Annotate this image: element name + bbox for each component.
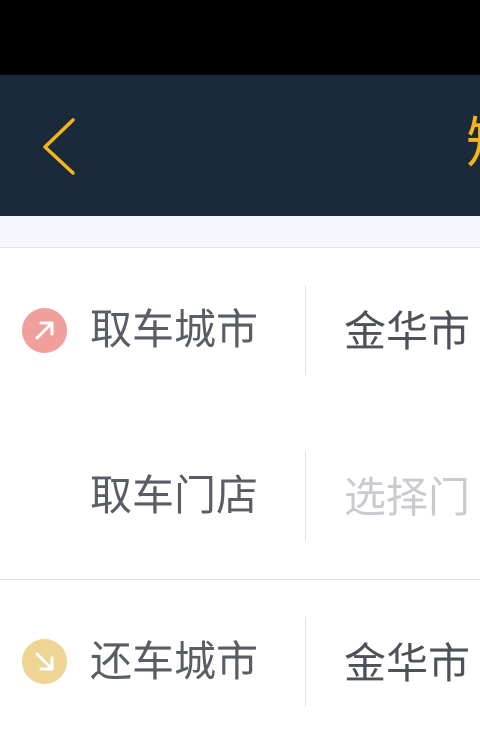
row-separator (305, 451, 306, 541)
pickup-city-row[interactable]: 取车城市 金华市 (0, 248, 480, 413)
pickup-store-input[interactable]: 选择门 (344, 468, 470, 528)
navigation-bar: 短 (0, 75, 480, 216)
pickup-city-label: 取车城市 (90, 305, 259, 354)
pickup-store-row[interactable]: 取车门店 选择门 (0, 414, 480, 579)
status-bar (0, 0, 480, 75)
arrow-up-right-icon (22, 308, 67, 353)
rental-form: 取车城市 金华市 取车门店 选择门 还车城市 金华市 (0, 248, 480, 745)
arrow-down-right-icon (22, 639, 67, 684)
row-separator (305, 617, 306, 707)
section-gap (0, 216, 480, 248)
page-title: 短 (466, 105, 480, 185)
return-city-row[interactable]: 还车城市 金华市 (0, 580, 480, 745)
pickup-store-label: 取车门店 (90, 471, 259, 520)
back-button[interactable] (30, 111, 90, 181)
row-separator (305, 285, 306, 375)
chevron-left-icon (43, 118, 75, 175)
return-city-value[interactable]: 金华市 (344, 634, 470, 694)
return-city-label: 还车城市 (90, 637, 259, 686)
pickup-city-value[interactable]: 金华市 (344, 302, 470, 362)
